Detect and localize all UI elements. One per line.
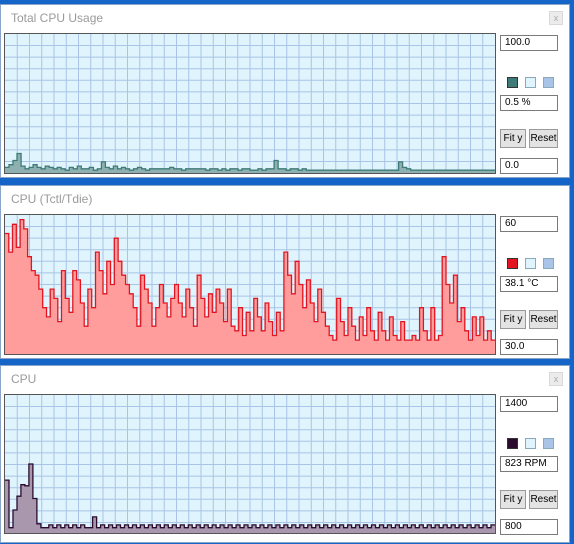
fit-y-button[interactable]: Fit y xyxy=(500,490,526,509)
panel-title: CPU (Tctl/Tdie) xyxy=(11,192,93,206)
fit-y-button[interactable]: Fit y xyxy=(500,310,526,329)
fit-y-button[interactable]: Fit y xyxy=(500,129,526,148)
graph-panel-cpu-fan: CPU x 1400 823 RPM Fit y Reset 800 xyxy=(0,365,570,543)
close-icon[interactable]: x xyxy=(549,372,563,386)
background-color-swatch[interactable] xyxy=(525,438,536,449)
reset-button[interactable]: Reset xyxy=(529,129,558,148)
max-value-field[interactable]: 1400 xyxy=(500,396,558,412)
plot-area[interactable] xyxy=(4,33,496,174)
panel-title: Total CPU Usage xyxy=(11,11,104,25)
reset-button[interactable]: Reset xyxy=(529,490,558,509)
fan-speed-graph xyxy=(5,395,495,533)
current-value-display: 0.5 % xyxy=(500,95,558,111)
grid-color-swatch[interactable] xyxy=(543,438,554,449)
graph-controls: 60 38.1 °C Fit y Reset 30.0 xyxy=(500,214,564,355)
grid-color-swatch[interactable] xyxy=(543,258,554,269)
max-value-field[interactable]: 60 xyxy=(500,216,558,232)
panel-title: CPU xyxy=(11,372,37,386)
background-color-swatch[interactable] xyxy=(525,258,536,269)
plot-area[interactable] xyxy=(4,214,496,355)
series-color-swatch[interactable] xyxy=(507,258,518,269)
plot-area[interactable] xyxy=(4,394,496,534)
max-value-field[interactable]: 100.0 xyxy=(500,35,558,51)
panel-titlebar[interactable]: Total CPU Usage x xyxy=(1,5,569,31)
graph-panel-cpu-temperature: CPU (Tctl/Tdie) 60 38.1 °C Fit y Reset 3… xyxy=(0,185,570,359)
current-value-display: 823 RPM xyxy=(500,456,558,472)
grid-color-swatch[interactable] xyxy=(543,77,554,88)
temperature-graph xyxy=(5,215,495,354)
graph-controls: 100.0 0.5 % Fit y Reset 0.0 xyxy=(500,33,564,174)
min-value-field[interactable]: 30.0 xyxy=(500,339,558,355)
close-icon[interactable]: x xyxy=(549,11,563,25)
reset-button[interactable]: Reset xyxy=(529,310,558,329)
usage-graph xyxy=(5,34,495,173)
background-color-swatch[interactable] xyxy=(525,77,536,88)
series-color-swatch[interactable] xyxy=(507,77,518,88)
panel-titlebar[interactable]: CPU (Tctl/Tdie) xyxy=(1,186,569,212)
panel-titlebar[interactable]: CPU x xyxy=(1,366,569,392)
min-value-field[interactable]: 0.0 xyxy=(500,158,558,174)
min-value-field[interactable]: 800 xyxy=(500,519,558,535)
current-value-display: 38.1 °C xyxy=(500,276,558,292)
graph-controls: 1400 823 RPM Fit y Reset 800 xyxy=(500,394,564,535)
series-color-swatch[interactable] xyxy=(507,438,518,449)
graph-panel-total-cpu-usage: Total CPU Usage x 100.0 0.5 % Fit y Rese… xyxy=(0,4,570,178)
